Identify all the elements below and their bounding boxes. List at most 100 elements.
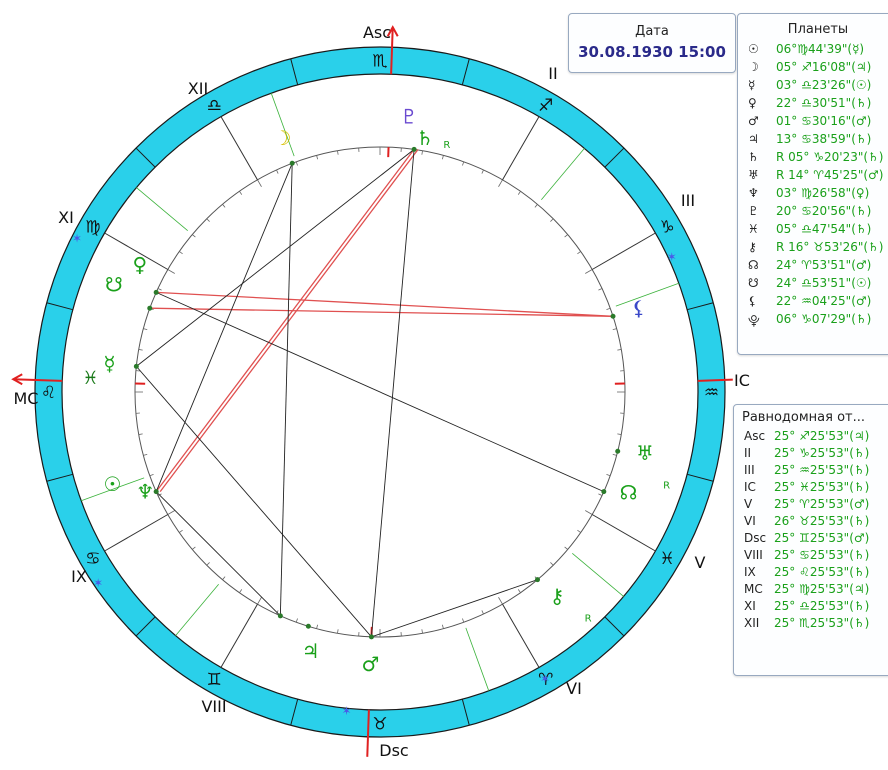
- planet-position: 01° ♋30'16"(♂): [776, 114, 872, 128]
- mercury-icon: ☿: [103, 352, 115, 376]
- zodiac-sign-icon: ♌: [41, 383, 56, 403]
- house-row[interactable]: Dsc 25° ♊25'53"(♂): [734, 530, 888, 547]
- planet-row[interactable]: ☉ 06°♍44'39"(☿): [738, 41, 888, 59]
- houses-panel: Равнодомная от... Asc 25° ♐25'53"(♃) II 25°…: [733, 404, 888, 676]
- house-numeral: III: [681, 191, 695, 210]
- planet-symbol-icon: ♅: [748, 168, 759, 182]
- planet-position: 13° ♋38'59"(♄): [776, 132, 872, 146]
- house-row[interactable]: XI 25° ♎25'53"(♄): [734, 598, 888, 615]
- house-name: VIII: [744, 548, 763, 562]
- planet-row[interactable]: ☿ 03° ♎23'26"(☉): [738, 77, 888, 95]
- house-cusp-position: 25° ♌25'53"(♄): [774, 565, 870, 579]
- house-cusp-position: 25° ♐25'53"(♃): [774, 429, 870, 443]
- house-cusp-position: 25° ♋25'53"(♄): [774, 548, 870, 562]
- jupiter-icon: ♃: [302, 639, 320, 663]
- planet-symbol-icon: ☋: [748, 276, 759, 290]
- planet-anchor-dot: [133, 363, 139, 369]
- lilith-icon: ⚸: [631, 296, 646, 320]
- planet-row[interactable]: ♆ 03° ♍26'58"(♀): [738, 185, 888, 203]
- planet-symbol-icon: ♇: [748, 204, 759, 218]
- asc-label: Asc: [363, 23, 391, 42]
- planet-anchor-dot: [147, 305, 153, 311]
- planet-row[interactable]: ⚷ R 16° ♉53'26"(♄): [738, 239, 888, 257]
- house-row[interactable]: VIII 25° ♋25'53"(♄): [734, 547, 888, 564]
- planet-position: R 05° ♑20'23"(♄): [776, 150, 884, 164]
- retrograde-mark: R: [663, 481, 670, 492]
- saturn-icon: ♄: [416, 126, 434, 150]
- house-row[interactable]: VI 26° ♉25'53"(♄): [734, 513, 888, 530]
- planet-list: ☉ 06°♍44'39"(☿) ☽ 05° ♐16'08"(♃) ☿ 03° ♎23'26…: [738, 41, 888, 329]
- house-cusp-position: 26° ♉25'53"(♄): [774, 514, 870, 528]
- house-name: VI: [744, 514, 756, 528]
- house-row[interactable]: IX 25° ♌25'53"(♄): [734, 564, 888, 581]
- house-cusp-position: 25° ♈25'53"(♂): [774, 497, 870, 511]
- zodiac-sign-icon: ♋: [85, 549, 100, 569]
- zodiac-sign-icon: ♊: [207, 670, 222, 690]
- houses-panel-title: Равнодомная от...: [742, 410, 866, 425]
- venus-icon: ♀: [133, 252, 148, 276]
- planet-anchor-dot: [153, 489, 159, 495]
- planet-row[interactable]: ☋ 24° ♎53'51"(☉): [738, 275, 888, 293]
- mars-icon: ♂: [362, 652, 380, 676]
- house-row[interactable]: V 25° ♈25'53"(♂): [734, 496, 888, 513]
- house-row[interactable]: XII 25° ♏25'53"(♄): [734, 615, 888, 632]
- house-numeral: VIII: [201, 697, 226, 716]
- house-row[interactable]: III 25° ♒25'53"(♄): [734, 462, 888, 479]
- house-name: Dsc: [744, 531, 767, 545]
- planet-symbol-icon: ♓: [748, 222, 759, 236]
- planet-position: 22° ♒04'25"(♂): [776, 294, 872, 308]
- sun-icon: ☉: [103, 472, 121, 496]
- planet-row[interactable]: ⯓ 06° ♑07'29"(♄): [738, 311, 888, 329]
- house-name: IC: [744, 480, 756, 494]
- planet-symbol-icon: ☉: [748, 42, 759, 56]
- zodiac-sign-icon: ♉: [372, 715, 387, 735]
- planet-anchor-dot: [305, 623, 311, 629]
- planet-row[interactable]: ♀ 22° ♎30'51"(♄): [738, 95, 888, 113]
- house-cusp-position: 25° ♍25'53"(♃): [774, 582, 870, 596]
- house-row[interactable]: MC 25° ♍25'53"(♃): [734, 581, 888, 598]
- house-numeral: V: [695, 553, 706, 572]
- house-name: MC: [744, 582, 763, 596]
- planet-row[interactable]: ♂ 01° ♋30'16"(♂): [738, 113, 888, 131]
- planet-row[interactable]: ⚸ 22° ♒04'25"(♂): [738, 293, 888, 311]
- planet-position: R 16° ♉53'26"(♄): [776, 240, 884, 254]
- planet-anchor-dot: [534, 577, 540, 583]
- planet-row[interactable]: ♄ R 05° ♑20'23"(♄): [738, 149, 888, 167]
- moon-icon: ☽: [274, 126, 292, 150]
- dsc-label: Dsc: [379, 741, 408, 760]
- planet-symbol-icon: ⚷: [748, 240, 757, 254]
- planet-position: 24° ♎53'51"(☉): [776, 276, 872, 290]
- zodiac-sign-icon: ♐: [538, 96, 553, 116]
- pluto-icon: ♇: [400, 105, 418, 129]
- uranus-icon: ♅: [636, 441, 654, 465]
- planet-symbol-icon: ♆: [748, 186, 759, 200]
- house-numeral: VI: [566, 679, 582, 698]
- house-numeral: II: [548, 64, 557, 83]
- house-row[interactable]: IC 25° ♓25'53"(♄): [734, 479, 888, 496]
- house-cusp-position: 25° ♊25'53"(♂): [774, 531, 870, 545]
- house-name: IX: [744, 565, 756, 579]
- mc-label: MC: [14, 389, 39, 408]
- planet-row[interactable]: ♅ R 14° ♈45'25"(♂): [738, 167, 888, 185]
- house-name: V: [744, 497, 753, 511]
- house-row[interactable]: Asc 25° ♐25'53"(♃): [734, 428, 888, 445]
- planet-symbol-icon: ⚸: [748, 294, 757, 308]
- house-cusp-position: 25° ♒25'53"(♄): [774, 463, 870, 477]
- house-row[interactable]: II 25° ♑25'53"(♄): [734, 445, 888, 462]
- house-name: III: [744, 463, 755, 477]
- mercury-extra-icon: ♓: [82, 368, 98, 389]
- planets-panel: Планеты ☉ 06°♍44'39"(☿) ☽ 05° ♐16'08"(♃) ☿ 03…: [737, 13, 888, 355]
- planet-position: 24° ♈53'51"(♂): [776, 258, 872, 272]
- house-numeral: XII: [188, 79, 208, 98]
- planet-row[interactable]: ☽ 05° ♐16'08"(♃): [738, 59, 888, 77]
- planet-row[interactable]: ♓ 05° ♎47'54"(♄): [738, 221, 888, 239]
- star-icon: ✶: [93, 576, 103, 590]
- date-panel: Дата 30.08.1930 15:00: [568, 13, 736, 73]
- planet-symbol-icon: ♄: [748, 150, 759, 164]
- star-icon: ✶: [667, 250, 677, 264]
- planet-row[interactable]: ♃ 13° ♋38'59"(♄): [738, 131, 888, 149]
- star-icon: ✶: [72, 232, 82, 246]
- planet-row[interactable]: ♇ 20° ♋20'56"(♄): [738, 203, 888, 221]
- planet-anchor-dot: [601, 489, 607, 495]
- planet-row[interactable]: ☊ 24° ♈53'51"(♂): [738, 257, 888, 275]
